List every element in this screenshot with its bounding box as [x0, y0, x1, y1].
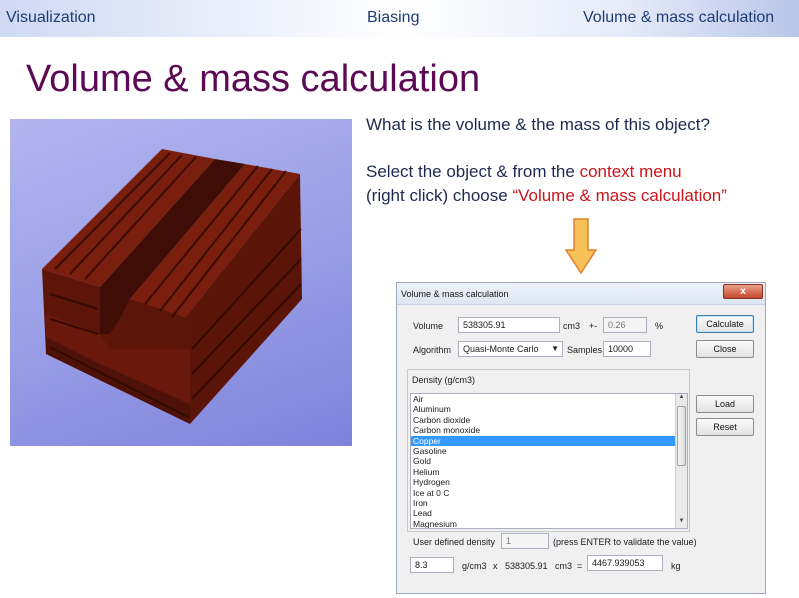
instruction-line-2: (right click) choose “Volume & mass calc… — [366, 186, 727, 206]
context-menu-highlight: context menu — [579, 162, 682, 181]
scroll-down-icon[interactable]: ▼ — [676, 518, 687, 528]
instruction-line-1: Select the object & from the context men… — [366, 162, 682, 182]
calculate-button[interactable]: Calculate — [696, 315, 754, 333]
samples-label: Samples — [567, 345, 603, 355]
nav-item-volume-mass[interactable]: Volume & mass calculation — [583, 9, 774, 27]
algorithm-select[interactable]: Quasi-Monte Carlo ▼ — [458, 341, 563, 357]
volume-repeat: 538305.91 — [505, 561, 548, 571]
density-result-field[interactable]: 8.3 — [410, 557, 454, 573]
volume-unit-2: cm3 — [555, 561, 573, 571]
material-item[interactable]: Helium — [411, 467, 687, 477]
chevron-down-icon: ▼ — [551, 344, 559, 353]
menu-item-highlight: “Volume & mass calculation” — [512, 186, 727, 205]
close-button[interactable]: Close — [696, 340, 754, 358]
error-unit: % — [655, 321, 664, 331]
times-sign: x — [493, 561, 498, 571]
nav-item-visualization[interactable]: Visualization — [6, 9, 96, 27]
dialog-titlebar[interactable]: Volume & mass calculation x — [397, 283, 765, 305]
user-density-label: User defined density — [413, 537, 496, 547]
reset-button[interactable]: Reset — [696, 418, 754, 436]
scroll-up-icon[interactable]: ▲ — [676, 394, 687, 404]
load-button[interactable]: Load — [696, 395, 754, 413]
material-item[interactable]: Air — [411, 394, 687, 404]
material-item[interactable]: Gold — [411, 456, 687, 466]
user-density-field[interactable]: 1 — [501, 533, 549, 549]
volume-unit: cm3 — [563, 321, 581, 331]
material-item[interactable]: Aluminum — [411, 404, 687, 414]
plusminus-label: +- — [589, 321, 598, 331]
material-item[interactable]: Hydrogen — [411, 477, 687, 487]
list-scrollbar[interactable]: ▲ ▼ — [675, 394, 687, 528]
slide-title: Volume & mass calculation — [26, 58, 481, 100]
error-field[interactable]: 0.26 — [603, 317, 647, 333]
dialog-title: Volume & mass calculation — [401, 289, 509, 299]
material-item[interactable]: Carbon dioxide — [411, 415, 687, 425]
material-item[interactable]: Iron — [411, 498, 687, 508]
material-item[interactable]: Ice at 0 C — [411, 488, 687, 498]
instruction-text-2: (right click) choose — [366, 186, 513, 205]
dialog-close-button[interactable]: x — [723, 284, 763, 299]
material-item[interactable]: Lead — [411, 508, 687, 518]
brown-3d-object-image — [42, 149, 302, 424]
enter-hint: (press ENTER to validate the value) — [553, 537, 697, 547]
volume-field[interactable]: 538305.91 — [458, 317, 560, 333]
question-text: What is the volume & the mass of this ob… — [366, 115, 710, 134]
material-item-selected[interactable]: Copper — [411, 435, 687, 446]
down-arrow-icon — [565, 218, 597, 274]
material-item[interactable]: Magnesium — [411, 519, 687, 528]
object-viewport — [10, 119, 352, 446]
close-icon: x — [740, 286, 746, 297]
material-item[interactable]: Gasoline — [411, 446, 687, 456]
volume-mass-dialog: Volume & mass calculation x Volume 53830… — [396, 282, 766, 594]
mass-result-field[interactable]: 4467.939053 — [587, 555, 663, 571]
density-group-label: Density (g/cm3) — [412, 375, 476, 385]
nav-item-biasing[interactable]: Biasing — [367, 9, 419, 27]
scroll-thumb[interactable] — [677, 406, 686, 466]
samples-field[interactable]: 10000 — [603, 341, 651, 357]
mass-unit: kg — [671, 561, 681, 571]
density-unit: g/cm3 — [462, 561, 487, 571]
material-list[interactable]: Air Aluminum Carbon dioxide Carbon monox… — [410, 393, 688, 529]
volume-label: Volume — [413, 321, 444, 331]
algorithm-label: Algorithm — [413, 345, 452, 355]
material-item[interactable]: Carbon monoxide — [411, 425, 687, 435]
instruction-text-1: Select the object & from the — [366, 162, 580, 181]
equals-sign: = — [577, 561, 583, 571]
algorithm-value: Quasi-Monte Carlo — [463, 344, 539, 354]
